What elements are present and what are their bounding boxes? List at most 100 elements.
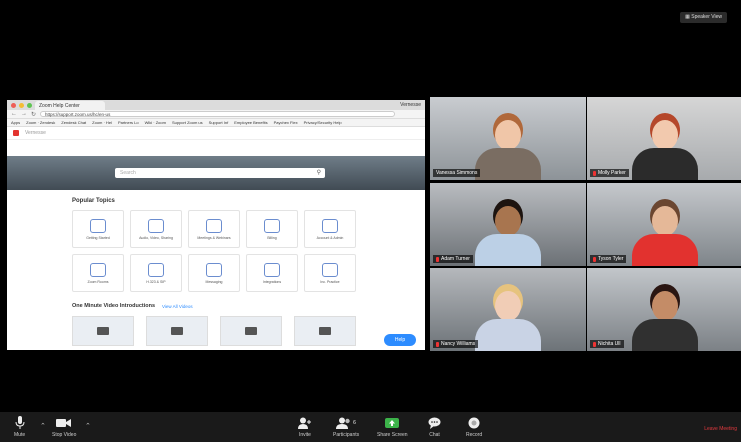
topic-label: H.323 & SIP <box>146 279 166 284</box>
play-icon <box>319 327 331 335</box>
bookmark-item: Support Zoom us <box>171 120 203 125</box>
participant-body <box>632 234 698 266</box>
close-dot-icon <box>11 102 16 108</box>
speaker-view-button[interactable]: ▦ Speaker View <box>680 12 727 23</box>
participant-head <box>652 291 678 321</box>
participant-name-tag: Nancy Williams <box>433 340 479 348</box>
muted-mic-icon <box>593 256 596 262</box>
leave-meeting-button[interactable]: Leave Meeting <box>704 426 737 432</box>
topic-icon <box>264 218 280 233</box>
chat-label: Chat <box>429 432 440 438</box>
video-options-chevron-icon[interactable]: ⌃ <box>85 422 91 430</box>
reload-icon: ↻ <box>31 111 37 118</box>
video-thumbnails <box>72 316 356 346</box>
bookmark-item: Paychex Flex <box>273 120 298 125</box>
topic-icon <box>264 262 280 277</box>
add-user-icon <box>298 416 312 430</box>
share-screen-button[interactable]: Share Screen <box>377 416 408 438</box>
participant-name: Tyson Tyler <box>598 256 624 262</box>
topic-label: Zoom Rooms <box>87 279 109 284</box>
browser-url-bar: ← → ↻ https://support.zoom.us/hc/en-us <box>7 110 425 119</box>
bookmark-item: Privacy/Security Help <box>303 120 342 125</box>
shared-screen-pane: Zoom Help Center Vernesse ← → ↻ https://… <box>0 0 425 412</box>
participant-name: Nichita Ull <box>598 341 621 347</box>
participant-name-tag: Tyson Tyler <box>590 255 627 263</box>
participant-video-tile[interactable]: Nancy Williams <box>430 268 586 351</box>
mute-button[interactable]: Mute <box>14 416 25 438</box>
chat-bubble-icon <box>428 416 441 430</box>
chat-button[interactable]: Chat <box>428 416 441 438</box>
topic-label: Getting Started <box>86 235 110 240</box>
gallery-view: ▦ Speaker View Vanessa Simmons Molly Park… <box>428 0 741 412</box>
mute-label: Mute <box>14 432 26 438</box>
topic-label: Meetings & Webinars <box>197 235 231 240</box>
browser-user-label: Vernesse <box>400 102 421 108</box>
topic-icon <box>322 262 338 277</box>
audio-options-chevron-icon[interactable]: ⌃ <box>40 422 46 430</box>
popular-topics-title: Popular Topics <box>72 198 115 204</box>
participants-icon: 6 <box>336 416 356 430</box>
topics-grid: Getting Started Audio, Video, Sharing Meet… <box>72 210 362 292</box>
topic-card: Zoom Rooms <box>72 254 124 292</box>
topic-card: Audio, Video, Sharing <box>130 210 182 248</box>
participant-name: Vanessa Simmons <box>436 170 478 176</box>
participants-label: Participants <box>333 432 360 438</box>
browser-tab: Zoom Help Center <box>35 101 105 110</box>
participant-video-tile[interactable]: Tyson Tyler <box>587 183 741 266</box>
participant-name-tag: Molly Parker <box>590 169 629 177</box>
site-header: Vernesse <box>7 127 425 140</box>
topic-card: Inc. Practice <box>304 254 356 292</box>
stop-video-button[interactable]: Stop Video <box>52 416 76 438</box>
shared-browser-window: Zoom Help Center Vernesse ← → ↻ https://… <box>7 100 425 350</box>
record-label: Record <box>466 432 483 438</box>
participant-figure <box>475 291 541 351</box>
play-icon <box>171 327 183 335</box>
participants-button[interactable]: 6 Participants <box>333 416 359 438</box>
participant-video-tile[interactable]: Adam Turner <box>430 183 586 266</box>
topic-icon <box>206 218 222 233</box>
participant-figure <box>632 206 698 266</box>
participant-head <box>652 206 678 236</box>
invite-button[interactable]: Invite <box>298 416 312 438</box>
topic-card: Meetings & Webinars <box>188 210 240 248</box>
view-all-videos-link: View All Videos <box>162 304 193 309</box>
video-camera-icon <box>56 416 72 430</box>
bookmark-item: Wiki · Zoom <box>144 120 166 125</box>
play-icon <box>245 327 257 335</box>
bookmarks-bar: Apps Zoom · Zendesk Zendesk Chat Zoom · Hel… <box>7 119 425 127</box>
play-icon <box>97 327 109 335</box>
stop-video-label: Stop Video <box>52 432 77 438</box>
grid-icon: ▦ <box>685 14 690 20</box>
participant-body <box>475 234 541 266</box>
topic-icon <box>90 262 106 277</box>
browser-title-bar: Zoom Help Center Vernesse <box>7 100 425 110</box>
participant-name-tag: Adam Turner <box>433 255 473 263</box>
participant-name-tag: Vanessa Simmons <box>433 169 481 177</box>
participant-name: Nancy Williams <box>441 341 476 347</box>
bookmark-item: Zoom · Zendesk <box>26 120 56 125</box>
participant-head <box>495 206 521 236</box>
participant-video-tile[interactable]: Nichita Ull <box>587 268 741 351</box>
site-header-user: Vernesse <box>25 130 46 136</box>
topic-icon <box>206 262 222 277</box>
participant-video-tile[interactable]: Molly Parker <box>587 97 741 180</box>
muted-mic-icon <box>593 341 596 347</box>
participant-figure <box>475 120 541 180</box>
share-screen-label: Share Screen <box>377 432 408 438</box>
participant-video-tile[interactable]: Vanessa Simmons <box>430 97 586 180</box>
topic-label: Messaging <box>205 279 223 284</box>
maximize-dot-icon <box>27 102 32 108</box>
bookmark-item: Partners Lo <box>117 120 139 125</box>
topic-label: Inc. Practice <box>320 279 340 284</box>
bookmark-item: Apps <box>11 120 21 125</box>
video-thumbnail <box>72 316 134 346</box>
topic-card: H.323 & SIP <box>130 254 182 292</box>
topic-card: Account & Admin <box>304 210 356 248</box>
site-hero-banner: Search ⚲ <box>7 156 425 190</box>
topic-label: Billing <box>267 235 277 240</box>
topic-icon <box>148 262 164 277</box>
record-icon <box>468 416 480 430</box>
browser-address: https://support.zoom.us/hc/en-us <box>40 111 395 117</box>
record-button[interactable]: Record <box>466 416 482 438</box>
participant-body <box>475 148 541 180</box>
